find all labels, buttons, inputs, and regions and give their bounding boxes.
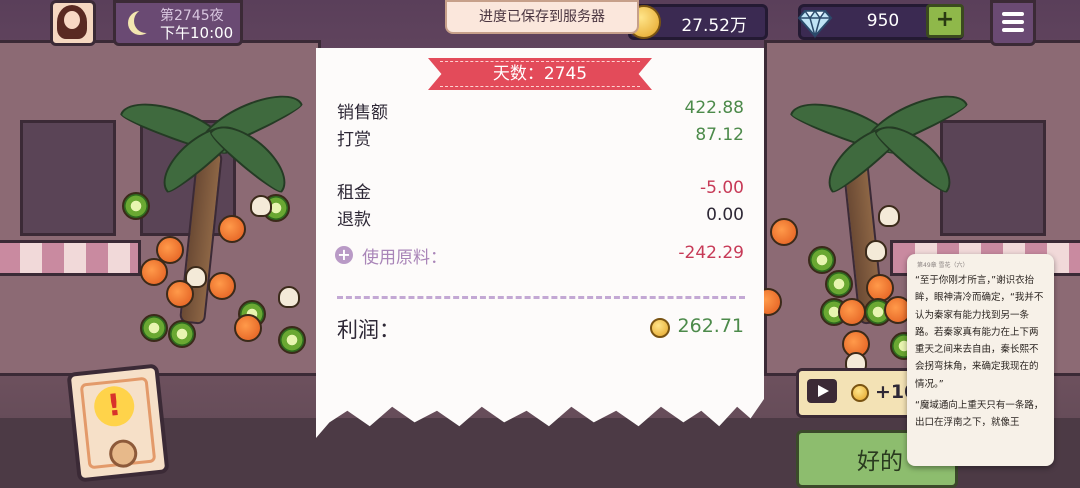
reader-paragraph: “至于你刚才所言，”谢识衣抬眸，眼神清冷而确定，“我并不认为秦家有能力找到另一条… (915, 275, 1044, 390)
add-circle-icon[interactable]: + (335, 246, 353, 264)
watch-ad-button[interactable]: +10 (796, 368, 922, 418)
tips-label: 打赏 (337, 130, 371, 150)
reader-text: “至于你刚才所言，”谢识衣抬眸，眼神清冷而确定，“我并不认为秦家有能力找到另一条… (915, 272, 1047, 432)
right-window (940, 120, 1046, 236)
gem-value: 950 (866, 11, 900, 31)
rent-value: -5.00 (700, 178, 744, 198)
sales-label: 销售额 (337, 103, 388, 123)
profit-value: 262.71 (677, 315, 744, 337)
tomato-slice (140, 258, 168, 286)
coin-counter: 27.52万 (627, 4, 768, 40)
avatar-face (64, 11, 80, 29)
ok-button-label: 好的 (857, 449, 903, 475)
ingredients-value: -242.29 (678, 243, 744, 263)
menu-icon[interactable] (990, 0, 1036, 46)
gem-icon (797, 9, 833, 39)
reward-coin-icon (851, 384, 869, 402)
menu-line (1002, 20, 1024, 24)
garlic-clove (878, 205, 900, 227)
left-awning (0, 240, 141, 276)
play-icon (807, 379, 837, 403)
garlic-clove (865, 240, 887, 262)
tomato-slice (166, 280, 194, 308)
ingredients-label[interactable]: 使用原料： (362, 243, 447, 268)
tomato-slice (770, 218, 798, 246)
time-label: 下午10:00 (160, 24, 234, 42)
pepper-slice (808, 246, 836, 274)
banner-stitching (440, 61, 640, 87)
pepper-slice (825, 270, 853, 298)
tips-value: 87.12 (695, 125, 744, 145)
pepper-slice (168, 320, 196, 348)
plus-icon[interactable]: + (926, 4, 964, 38)
tomato-slice (208, 272, 236, 300)
rent-label: 租金 (337, 183, 371, 203)
reader-header: 第49章 雪花（六） (917, 262, 969, 269)
pepper-slice (278, 326, 306, 354)
receipt-divider (337, 296, 745, 299)
sales-value: 422.88 (684, 98, 744, 118)
profit-coin-icon (650, 318, 670, 338)
day-time-panel: 第2745夜 下午10:00 (113, 0, 243, 46)
pepper-slice (140, 314, 168, 342)
pepper-slice (122, 192, 150, 220)
tomato-slice (218, 215, 246, 243)
garlic-clove (250, 195, 272, 217)
avatar[interactable] (50, 0, 96, 46)
refund-label: 退款 (337, 210, 371, 230)
day-banner: 天数：2745 (428, 58, 652, 90)
tomato-slice (234, 314, 262, 342)
refund-value: 0.00 (706, 205, 744, 225)
menu-line (1002, 28, 1024, 32)
tomato-slice (838, 298, 866, 326)
alert-icon[interactable]: ! (66, 363, 170, 483)
left-window (20, 120, 116, 236)
garlic-clove (278, 286, 300, 308)
save-toast: 进度已保存到服务器 (445, 0, 639, 34)
reader-overlay[interactable]: 第49章 雪花（六） “至于你刚才所言，”谢识衣抬眸，眼神清冷而确定，“我并不认… (907, 254, 1054, 466)
menu-line (1002, 12, 1024, 16)
moon-icon (134, 9, 158, 33)
profit-label: 利润： (337, 318, 400, 342)
reader-paragraph: “魔域通向上重天只有一条路，出口在浮南之下，就像王 (915, 400, 1044, 429)
coin-value: 27.52万 (681, 16, 747, 36)
